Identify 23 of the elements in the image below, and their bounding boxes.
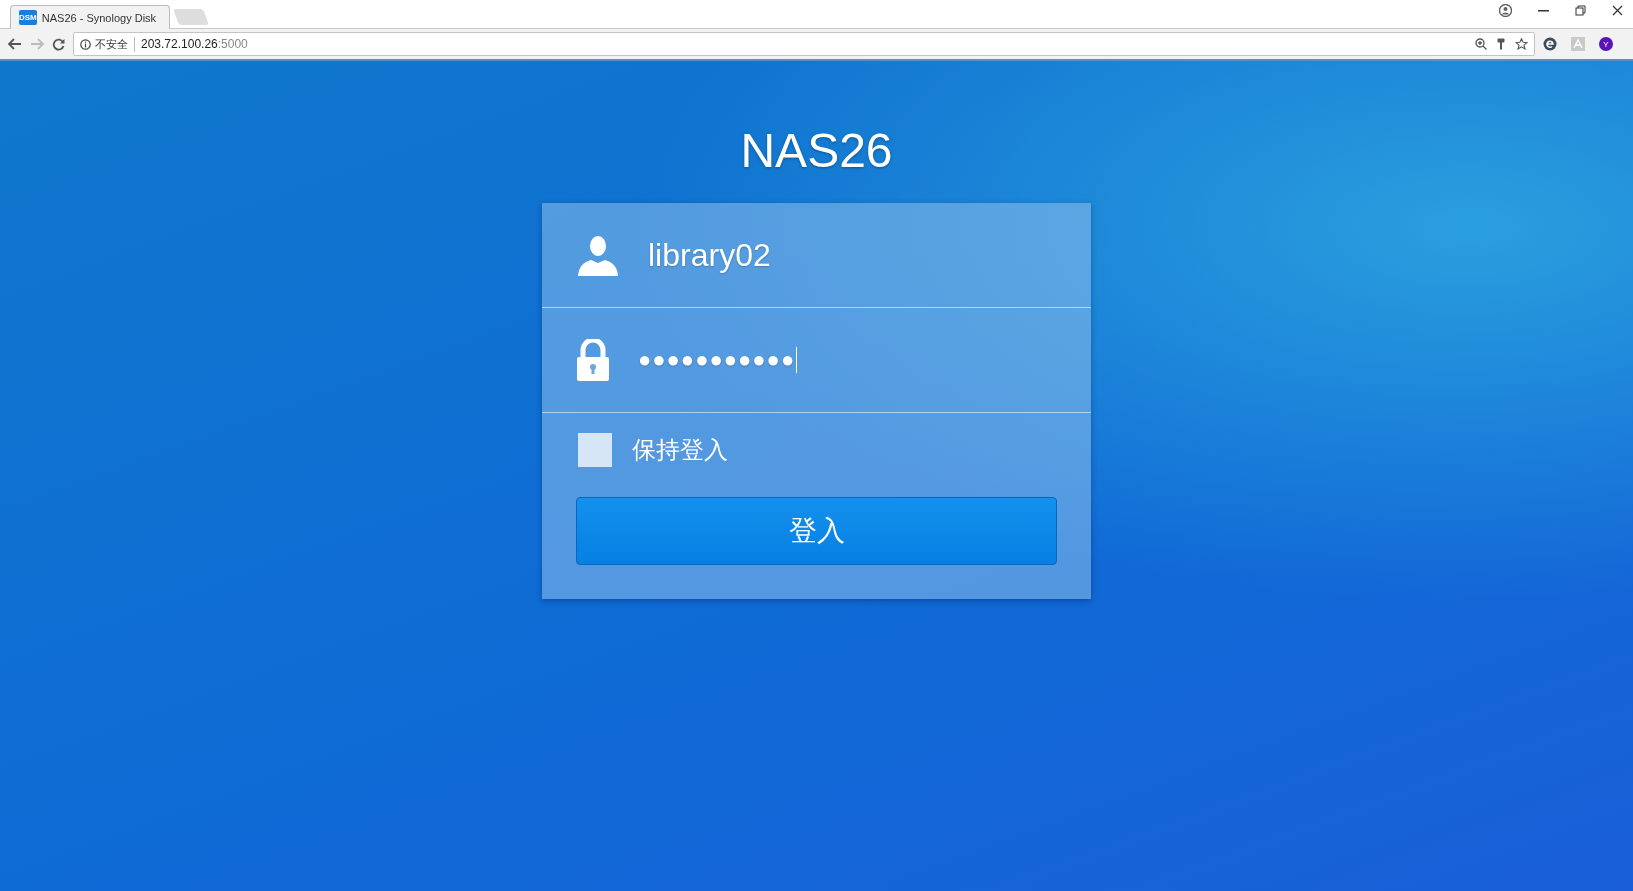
lock-icon	[576, 339, 610, 381]
reload-icon[interactable]	[52, 37, 65, 51]
security-indicator[interactable]: 不安全	[80, 36, 135, 52]
remember-me-checkbox[interactable]	[578, 433, 612, 467]
login-button[interactable]: 登入	[576, 497, 1057, 565]
favicon: DSM	[19, 10, 37, 25]
key-icon[interactable]	[1497, 38, 1505, 50]
profile-icon[interactable]	[1499, 4, 1512, 17]
server-name: NAS26	[740, 123, 893, 179]
extension-icon[interactable]	[1543, 37, 1557, 51]
address-bar[interactable]: 不安全 203.72.100.26:5000	[73, 32, 1535, 56]
info-icon	[80, 38, 91, 50]
extension-avatar[interactable]: Y	[1599, 37, 1613, 51]
close-icon[interactable]	[1612, 5, 1623, 16]
restore-icon[interactable]	[1575, 5, 1586, 16]
back-arrow-icon[interactable]	[8, 38, 22, 50]
url-text: 203.72.100.26:5000	[141, 37, 248, 51]
user-icon	[576, 233, 620, 277]
zoom-icon[interactable]	[1475, 38, 1487, 50]
star-icon[interactable]	[1515, 38, 1528, 50]
browser-tab[interactable]: DSM NAS26 - Synology Disk	[10, 5, 170, 29]
remember-me-label: 保持登入	[632, 435, 728, 465]
minimize-icon[interactable]	[1538, 9, 1549, 12]
